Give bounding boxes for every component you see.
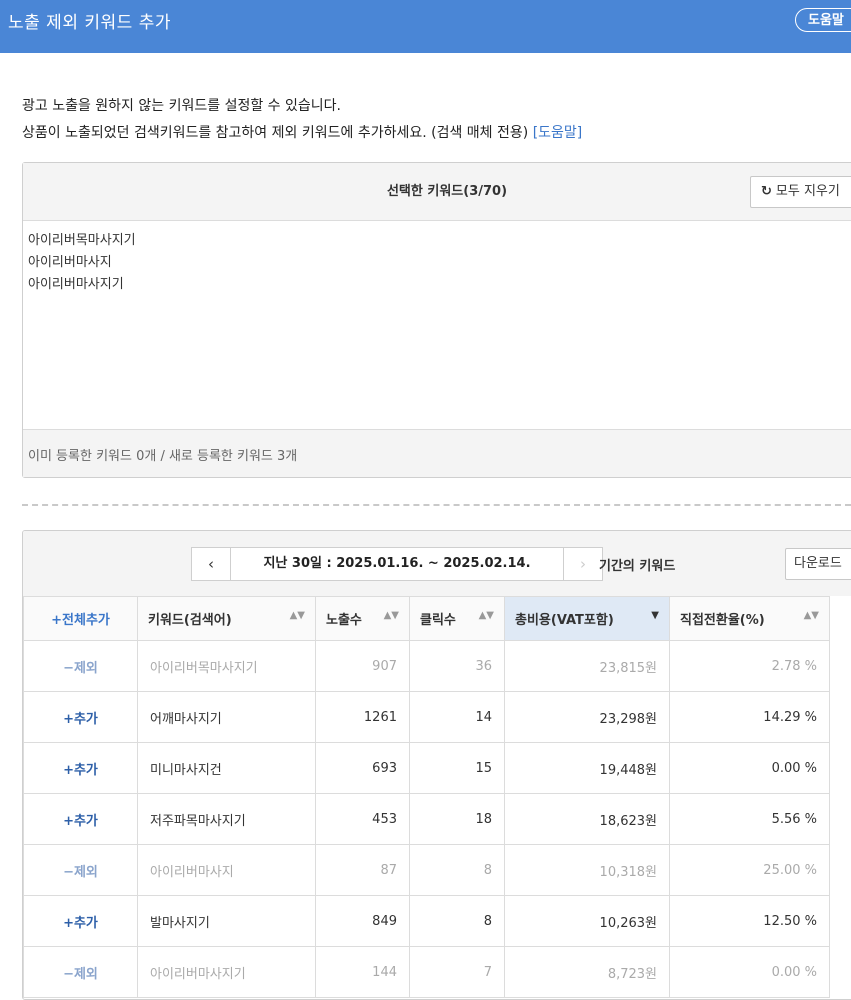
- exclude-button[interactable]: −제외: [23, 640, 138, 692]
- selected-keywords-panel: 선택한 키워드(3/70) ↻ 모두 지우기 아이리버목마사지기 아이리버마사지 …: [22, 162, 851, 478]
- impressions-cell: 1261: [315, 691, 410, 743]
- table-row: +추가 발마사지기 849 8 10,263원 12.50 %: [23, 895, 830, 947]
- keyword-cell: 아이리버마사지기: [137, 946, 316, 998]
- download-button[interactable]: 다운로드: [785, 548, 851, 580]
- column-header-clicks[interactable]: 클릭수 ▲▼: [409, 596, 505, 641]
- period-selector: ‹ 지난 30일 : 2025.01.16. ~ 2025.02.14. ›: [191, 547, 603, 581]
- sort-icon: ▲▼: [803, 610, 819, 621]
- keyword-cell: 어깨마사지기: [137, 691, 316, 743]
- sort-icon: ▲▼: [478, 610, 494, 621]
- impressions-cell: 849: [315, 895, 410, 947]
- conversion-rate-cell: 5.56 %: [669, 793, 830, 845]
- clicks-cell: 18: [409, 793, 505, 845]
- selected-keywords-footer: 이미 등록한 키워드 0개 / 새로 등록한 키워드 3개: [23, 429, 851, 477]
- help-link[interactable]: [도움말]: [533, 125, 583, 141]
- help-button[interactable]: 도움말: [795, 8, 851, 32]
- prev-period-button[interactable]: ‹: [192, 548, 231, 580]
- conversion-rate-cell: 25.00 %: [669, 844, 830, 896]
- cost-cell: 23,298원: [504, 691, 670, 743]
- sort-desc-icon: ▼: [651, 610, 659, 621]
- selected-keyword: 아이리버마사지: [28, 255, 112, 270]
- clicks-cell: 7: [409, 946, 505, 998]
- impressions-cell: 693: [315, 742, 410, 794]
- add-button[interactable]: +추가: [23, 691, 138, 743]
- period-bar: ‹ 지난 30일 : 2025.01.16. ~ 2025.02.14. › 기…: [23, 531, 851, 596]
- conversion-rate-cell: 14.29 %: [669, 691, 830, 743]
- selected-keywords-title: 선택한 키워드(3/70): [386, 184, 508, 199]
- keyword-cell: 아이리버목마사지기: [137, 640, 316, 692]
- table-row: −제외 아이리버마사지 87 8 10,318원 25.00 %: [23, 844, 830, 896]
- column-header-keyword[interactable]: 키워드(검색어) ▲▼: [137, 596, 316, 641]
- clicks-cell: 14: [409, 691, 505, 743]
- clear-all-button[interactable]: ↻ 모두 지우기: [750, 176, 851, 208]
- table-row: −제외 아이리버마사지기 144 7 8,723원 0.00 %: [23, 946, 830, 998]
- selected-keyword-list[interactable]: 아이리버목마사지기 아이리버마사지 아이리버마사지기: [28, 230, 136, 296]
- clicks-cell: 8: [409, 895, 505, 947]
- impressions-cell: 907: [315, 640, 410, 692]
- keyword-table: +전체추가 키워드(검색어) ▲▼ 노출수 ▲▼ 클릭수 ▲▼ 총비용(VAT포함) ▼…: [23, 596, 830, 998]
- section-divider: [22, 504, 851, 506]
- keyword-cell: 발마사지기: [137, 895, 316, 947]
- conversion-rate-cell: 2.78 %: [669, 640, 830, 692]
- selected-keywords-header: 선택한 키워드(3/70) ↻ 모두 지우기: [23, 163, 851, 221]
- conversion-rate-cell: 0.00 %: [669, 742, 830, 794]
- add-button[interactable]: +추가: [23, 895, 138, 947]
- clear-all-label: 모두 지우기: [775, 184, 840, 199]
- column-header-cost[interactable]: 총비용(VAT포함) ▼: [504, 596, 670, 641]
- description-line-2: 상품이 노출되었던 검색키워드를 참고하여 제외 키워드에 추가하세요. (검색…: [22, 122, 582, 142]
- keyword-cell: 아이리버마사지: [137, 844, 316, 896]
- page-title: 노출 제외 키워드 추가: [8, 13, 171, 33]
- cost-cell: 18,623원: [504, 793, 670, 845]
- period-range: 지난 30일 : 2025.01.16. ~ 2025.02.14.: [263, 556, 531, 571]
- period-suffix: 기간의 키워드: [599, 559, 676, 574]
- column-label: 총비용(VAT포함): [515, 613, 614, 628]
- clicks-cell: 8: [409, 844, 505, 896]
- table-row: +추가 어깨마사지기 1261 14 23,298원 14.29 %: [23, 691, 830, 743]
- keyword-cell: 저주파목마사지기: [137, 793, 316, 845]
- column-label: 키워드(검색어): [148, 613, 232, 628]
- impressions-cell: 144: [315, 946, 410, 998]
- table-row: +추가 저주파목마사지기 453 18 18,623원 5.56 %: [23, 793, 830, 845]
- table-header-row: +전체추가 키워드(검색어) ▲▼ 노출수 ▲▼ 클릭수 ▲▼ 총비용(VAT포함) ▼…: [23, 596, 830, 641]
- description-line-1: 광고 노출을 원하지 않는 키워드를 설정할 수 있습니다.: [22, 98, 341, 114]
- cost-cell: 19,448원: [504, 742, 670, 794]
- keyword-cell: 미니마사지건: [137, 742, 316, 794]
- conversion-rate-cell: 12.50 %: [669, 895, 830, 947]
- add-all-button[interactable]: +전체추가: [23, 596, 138, 641]
- conversion-rate-cell: 0.00 %: [669, 946, 830, 998]
- table-row: −제외 아이리버목마사지기 907 36 23,815원 2.78 %: [23, 640, 830, 692]
- column-label: 클릭수: [420, 613, 456, 628]
- column-header-conversion-rate[interactable]: 직접전환율(%) ▲▼: [669, 596, 830, 641]
- add-button[interactable]: +추가: [23, 793, 138, 845]
- cost-cell: 10,263원: [504, 895, 670, 947]
- keyword-table-panel: ‹ 지난 30일 : 2025.01.16. ~ 2025.02.14. › 기…: [22, 530, 851, 1000]
- sort-icon: ▲▼: [289, 610, 305, 621]
- column-label: 노출수: [326, 613, 362, 628]
- refresh-icon: ↻: [761, 184, 772, 199]
- table-row: +추가 미니마사지건 693 15 19,448원 0.00 %: [23, 742, 830, 794]
- next-period-button[interactable]: ›: [563, 548, 602, 580]
- impressions-cell: 453: [315, 793, 410, 845]
- clicks-cell: 36: [409, 640, 505, 692]
- selected-keyword: 아이리버마사지기: [28, 277, 124, 292]
- column-header-impressions[interactable]: 노출수 ▲▼: [315, 596, 410, 641]
- header-bar: 노출 제외 키워드 추가 도움말: [0, 0, 851, 53]
- add-button[interactable]: +추가: [23, 742, 138, 794]
- keyword-count-summary: 이미 등록한 키워드 0개 / 새로 등록한 키워드 3개: [28, 449, 298, 464]
- cost-cell: 10,318원: [504, 844, 670, 896]
- clicks-cell: 15: [409, 742, 505, 794]
- exclude-button[interactable]: −제외: [23, 844, 138, 896]
- sort-icon: ▲▼: [383, 610, 399, 621]
- cost-cell: 23,815원: [504, 640, 670, 692]
- column-label: 직접전환율(%): [680, 613, 765, 628]
- selected-keyword: 아이리버목마사지기: [28, 233, 136, 248]
- description-text: 상품이 노출되었던 검색키워드를 참고하여 제외 키워드에 추가하세요. (검색…: [22, 125, 533, 141]
- impressions-cell: 87: [315, 844, 410, 896]
- cost-cell: 8,723원: [504, 946, 670, 998]
- exclude-button[interactable]: −제외: [23, 946, 138, 998]
